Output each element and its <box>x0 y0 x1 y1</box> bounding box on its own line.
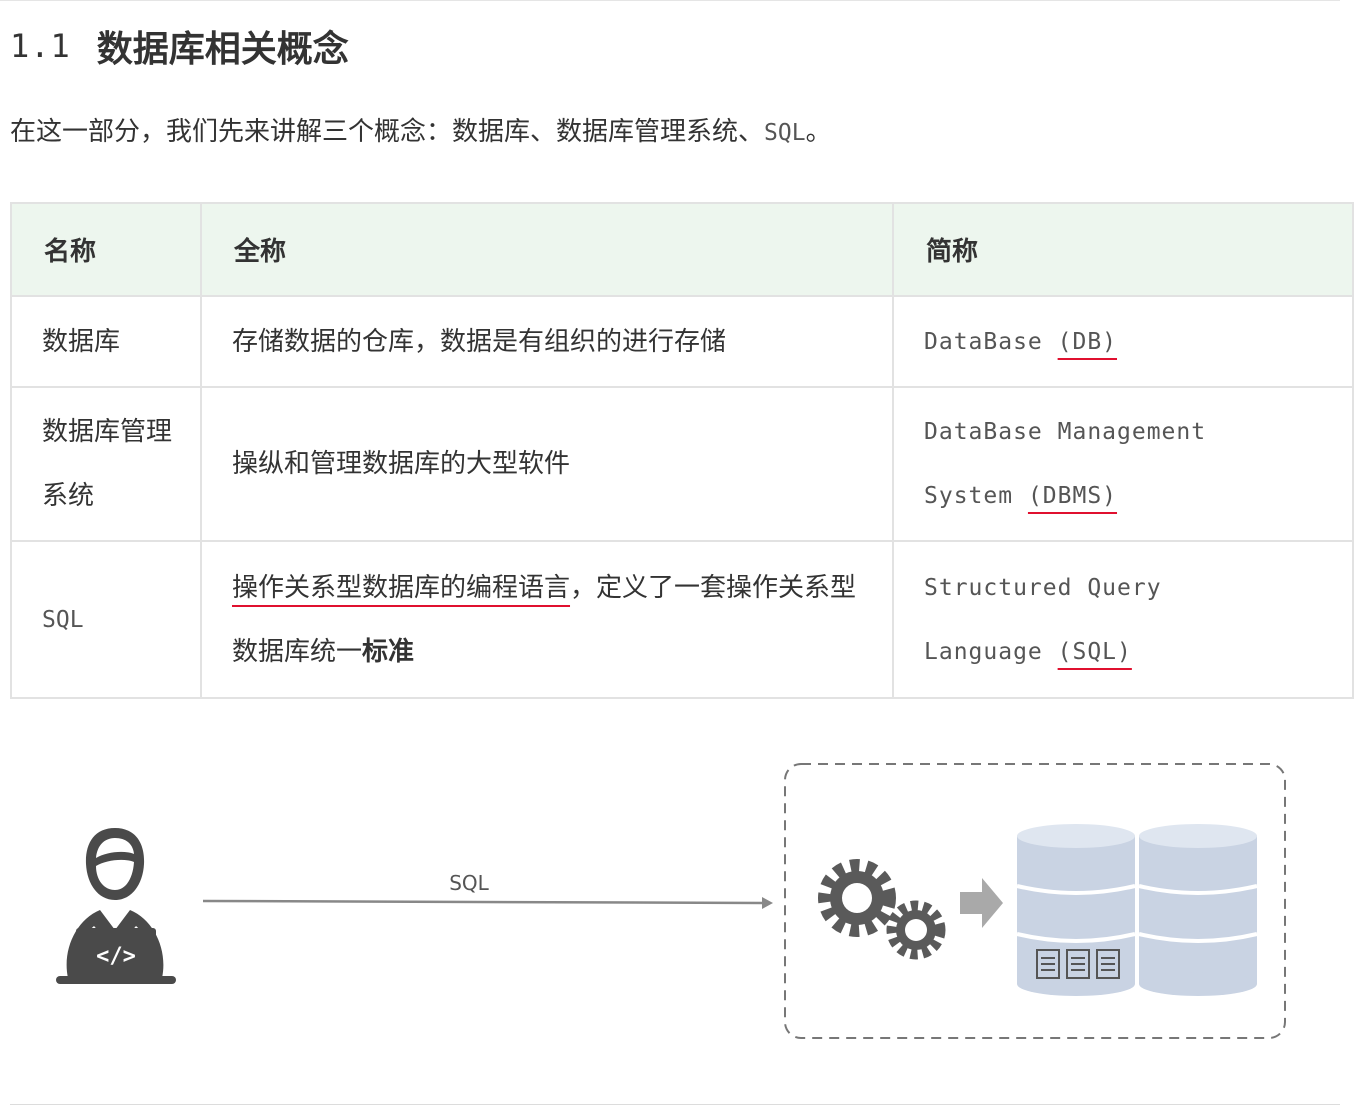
section-number: 1.1 <box>10 27 71 65</box>
cell-full: 操作关系型数据库的编程语言，定义了一套操作关系型数据库统一标准 <box>200 540 894 699</box>
table-row: 数据库管理系统 操纵和管理数据库的大型软件 DataBase Managemen… <box>10 386 1354 542</box>
header-full: 全称 <box>200 202 894 297</box>
full-marked: 操作关系型数据库的编程语言 <box>232 572 571 603</box>
sql-diagram: </> SQL <box>56 763 1286 1039</box>
gear-small-icon <box>886 900 946 960</box>
cell-full: 操纵和管理数据库的大型软件 <box>200 386 894 542</box>
table-header-row: 名称 全称 简称 <box>10 202 1354 297</box>
cell-full: 存储数据的仓库，数据是有组织的进行存储 <box>200 295 894 388</box>
top-divider <box>0 0 1340 1</box>
cell-name-text: 数据库管理系统 <box>42 417 173 511</box>
section-heading: 1.1 数据库相关概念 <box>10 18 349 74</box>
table-row: 数据库 存储数据的仓库，数据是有组织的进行存储 DataBase (DB) <box>10 295 1354 388</box>
cell-abbr: DataBase (DB) <box>892 295 1354 388</box>
cell-name: 数据库管理系统 <box>10 386 202 542</box>
full-strong: 标准 <box>362 636 415 667</box>
header-abbr: 简称 <box>892 202 1354 297</box>
cell-abbr: DataBase Management System (DBMS) <box>892 386 1354 542</box>
section-title: 数据库相关概念 <box>96 29 349 70</box>
cell-abbr: Structured Query Language (SQL) <box>892 540 1354 699</box>
table-row: SQL 操作关系型数据库的编程语言，定义了一套操作关系型数据库统一标准 Stru… <box>10 540 1354 699</box>
header-name: 名称 <box>10 202 202 297</box>
database-icon <box>1138 824 1258 996</box>
intro-end: 。 <box>805 117 832 147</box>
bottom-divider <box>10 1104 1340 1105</box>
sql-arrow-head <box>762 897 773 909</box>
intro-paragraph: 在这一部分，我们先来讲解三个概念：数据库、数据库管理系统、SQL。 <box>10 112 832 153</box>
abbr-marked: (DB) <box>1057 328 1118 355</box>
cell-name: 数据库 <box>10 295 202 388</box>
intro-text: 在这一部分，我们先来讲解三个概念：数据库、数据库管理系统、 <box>10 117 765 147</box>
intro-code: SQL <box>764 120 806 146</box>
code-symbol: </> <box>96 944 136 969</box>
abbr-marked: (SQL) <box>1057 638 1132 665</box>
sql-arrow-line <box>202 899 766 905</box>
abbr-text: DataBase <box>924 328 1058 355</box>
arrow-right-icon <box>960 878 1003 928</box>
concepts-table: 名称 全称 简称 数据库 存储数据的仓库，数据是有组织的进行存储 DataBas… <box>10 202 1354 699</box>
gear-icon <box>818 859 896 937</box>
abbr-marked: (DBMS) <box>1027 483 1118 509</box>
sql-arrow-label: SQL <box>449 871 489 895</box>
cell-name: SQL <box>10 540 202 699</box>
